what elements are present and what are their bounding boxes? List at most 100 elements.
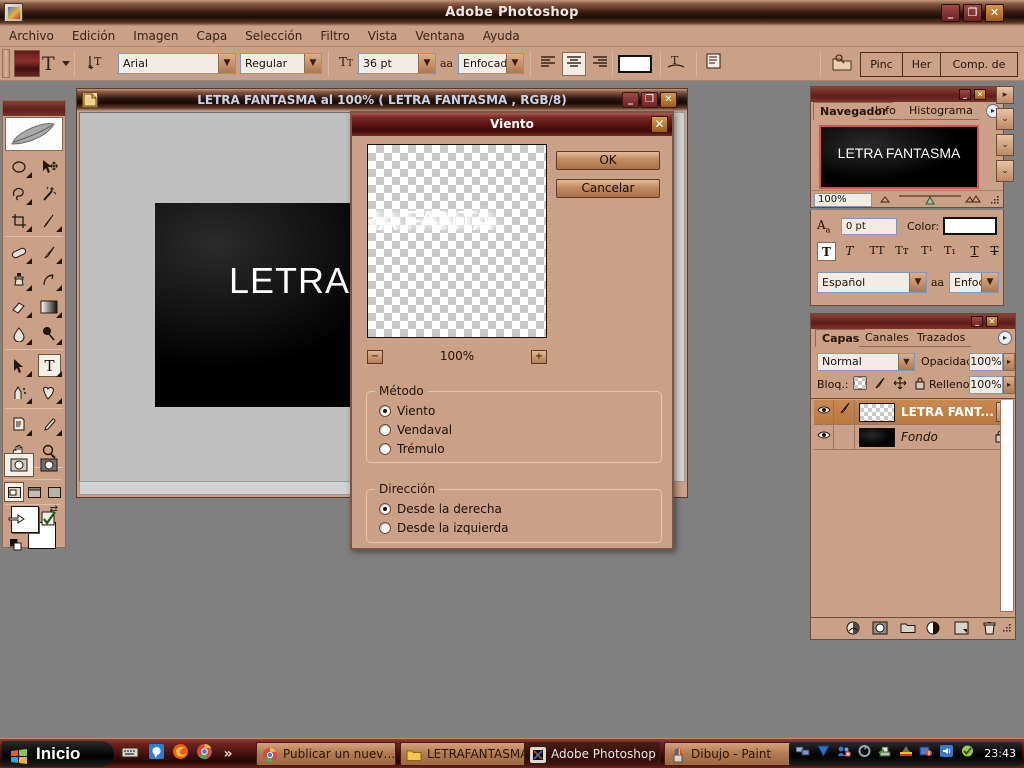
layer-style-icon[interactable] bbox=[845, 621, 862, 637]
document-minimize-button[interactable]: _ bbox=[622, 92, 639, 108]
chevron-down-icon[interactable]: ▼ bbox=[304, 54, 321, 73]
taskbar-item-adobe-photoshop[interactable]: Adobe Photoshop bbox=[524, 742, 660, 766]
opacity-slider-button[interactable]: ▸ bbox=[1003, 353, 1015, 371]
lock-position-icon[interactable] bbox=[893, 376, 907, 393]
magic-wand-tool[interactable] bbox=[34, 180, 64, 207]
palette-well-tab-herramientas[interactable]: Her bbox=[903, 53, 941, 76]
document-maximize-button[interactable]: ❐ bbox=[641, 92, 658, 108]
layers-minimize-button[interactable]: _ bbox=[971, 316, 983, 327]
menu-item-ventana[interactable]: Ventana bbox=[406, 26, 473, 47]
zoom-out-icon[interactable] bbox=[879, 194, 893, 207]
navigator-minimize-button[interactable]: _ bbox=[959, 89, 971, 100]
tool-expand-icon[interactable] bbox=[26, 371, 32, 377]
navigator-titlebar[interactable]: _ ✕ bbox=[811, 87, 1003, 102]
document-close-button[interactable]: ✕ bbox=[660, 92, 677, 108]
underline-button[interactable]: T bbox=[965, 242, 984, 261]
viento-titlebar[interactable]: Viento ✕ bbox=[352, 113, 672, 136]
marquee-tool[interactable] bbox=[4, 153, 34, 180]
sync-icon[interactable] bbox=[856, 742, 873, 766]
layer-thumbnail-black[interactable] bbox=[859, 428, 895, 447]
tool-expand-icon[interactable] bbox=[26, 339, 32, 345]
layer-list-scrollbar[interactable] bbox=[1000, 400, 1014, 612]
tool-expand-icon[interactable] bbox=[26, 285, 32, 291]
eraser-tool[interactable] bbox=[4, 293, 34, 320]
start-button[interactable]: Inicio bbox=[2, 741, 114, 767]
messenger-icon[interactable] bbox=[146, 743, 166, 765]
tab-trazados[interactable]: Trazados bbox=[911, 329, 972, 347]
all-caps-button[interactable]: TT bbox=[865, 242, 889, 261]
lock-transparency-icon[interactable] bbox=[853, 376, 867, 393]
layer-mask-icon[interactable] bbox=[871, 621, 888, 637]
lasso-tool[interactable] bbox=[4, 180, 34, 207]
gradient-tool[interactable] bbox=[34, 293, 64, 320]
tool-expand-icon[interactable] bbox=[56, 339, 62, 345]
quick-mask-mode-icon[interactable] bbox=[34, 453, 64, 477]
quick-launch-overflow-button[interactable]: » bbox=[218, 743, 238, 765]
menu-item-archivo[interactable]: Archivo bbox=[0, 26, 63, 47]
menu-item-seleccion[interactable]: Selección bbox=[236, 26, 311, 47]
navigator-close-button[interactable]: ✕ bbox=[974, 89, 986, 100]
brush-tool[interactable] bbox=[34, 239, 64, 266]
keyboard-icon[interactable] bbox=[120, 743, 140, 765]
align-right-icon[interactable] bbox=[588, 52, 612, 76]
new-layer-icon[interactable] bbox=[953, 621, 970, 637]
layer-row-fondo[interactable]: Fondo bbox=[814, 425, 1012, 450]
align-left-icon[interactable] bbox=[536, 52, 560, 76]
palette-dock-icon[interactable] bbox=[828, 52, 856, 76]
chevron-down-icon[interactable]: ▼ bbox=[506, 54, 523, 73]
tool-expand-icon[interactable] bbox=[56, 430, 62, 436]
document-titlebar[interactable]: LETRA FANTASMA al 100% ( LETRA FANTASMA … bbox=[77, 89, 687, 111]
lock-all-icon[interactable] bbox=[913, 376, 927, 393]
crop-tool[interactable] bbox=[4, 207, 34, 234]
tool-expand-icon[interactable] bbox=[26, 226, 32, 232]
font-family-select[interactable]: Arial ▼ bbox=[118, 53, 236, 74]
antialias-select[interactable]: Enfocado ▼ bbox=[458, 53, 524, 74]
palette-well-tab-comp-de-capas[interactable]: Comp. de capas bbox=[941, 53, 1017, 76]
font-size-select[interactable]: 36 pt ▼ bbox=[358, 53, 436, 74]
eye-icon[interactable] bbox=[814, 400, 834, 424]
baseline-shift-input[interactable]: 0 pt bbox=[841, 218, 897, 235]
notes-tool[interactable] bbox=[4, 411, 34, 438]
taskbar-item-publicar[interactable]: Publicar un nuev… bbox=[256, 742, 396, 766]
filter-preview[interactable]: RA FANTA bbox=[367, 144, 547, 338]
blend-mode-select[interactable]: Normal ▼ bbox=[817, 353, 915, 371]
taskbar-item-dibujo-paint[interactable]: Dibujo - Paint bbox=[664, 742, 798, 766]
tool-expand-icon[interactable] bbox=[56, 312, 62, 318]
network-icon[interactable] bbox=[795, 742, 812, 766]
resize-grip-icon[interactable] bbox=[1002, 623, 1012, 636]
layer-thumbnail-transparent[interactable] bbox=[859, 403, 895, 422]
default-colors-icon[interactable] bbox=[9, 538, 22, 551]
panel-expand-button[interactable]: ▸ bbox=[996, 86, 1014, 104]
volume-icon[interactable] bbox=[938, 742, 955, 766]
full-screen-menubar-icon[interactable] bbox=[24, 482, 44, 502]
layer-name-letra-fantasma[interactable]: LETRA FANT... bbox=[901, 400, 994, 424]
pen-tool[interactable] bbox=[4, 379, 34, 406]
panel-scroll-3-button[interactable]: ⌄ bbox=[996, 160, 1014, 182]
opacity-input[interactable]: 100% bbox=[969, 353, 1003, 371]
font-style-select[interactable]: Regular ▼ bbox=[240, 53, 322, 74]
layers-titlebar[interactable]: _ ✕ bbox=[811, 314, 1015, 329]
zoom-in-icon[interactable] bbox=[964, 194, 981, 207]
tab-canales[interactable]: Canales bbox=[859, 329, 915, 347]
align-center-icon[interactable] bbox=[562, 52, 586, 76]
tool-expand-icon[interactable] bbox=[26, 258, 32, 264]
type-tool[interactable]: T bbox=[34, 352, 64, 379]
layer-link-placeholder[interactable] bbox=[835, 425, 855, 449]
chevron-down-icon[interactable]: ▼ bbox=[898, 354, 914, 370]
standard-mode-icon[interactable] bbox=[4, 453, 34, 477]
character-palette-icon[interactable] bbox=[702, 52, 726, 76]
delete-layer-icon[interactable] bbox=[981, 621, 998, 637]
lock-image-icon[interactable] bbox=[873, 376, 887, 393]
tool-expand-icon[interactable] bbox=[26, 199, 32, 205]
tab-histograma[interactable]: Histograma bbox=[903, 102, 979, 120]
chevron-down-icon[interactable]: ▼ bbox=[909, 273, 926, 292]
tool-expand-icon[interactable] bbox=[56, 398, 62, 404]
menu-item-capa[interactable]: Capa bbox=[187, 26, 236, 47]
standard-screen-icon[interactable] bbox=[4, 482, 24, 502]
tool-expand-icon[interactable] bbox=[56, 285, 62, 291]
eye-icon[interactable] bbox=[814, 425, 834, 449]
subscript-button[interactable]: T₁ bbox=[939, 242, 961, 261]
tool-expand-icon[interactable] bbox=[26, 430, 32, 436]
tool-expand-icon[interactable] bbox=[56, 371, 62, 377]
tool-expand-icon[interactable] bbox=[26, 172, 32, 178]
